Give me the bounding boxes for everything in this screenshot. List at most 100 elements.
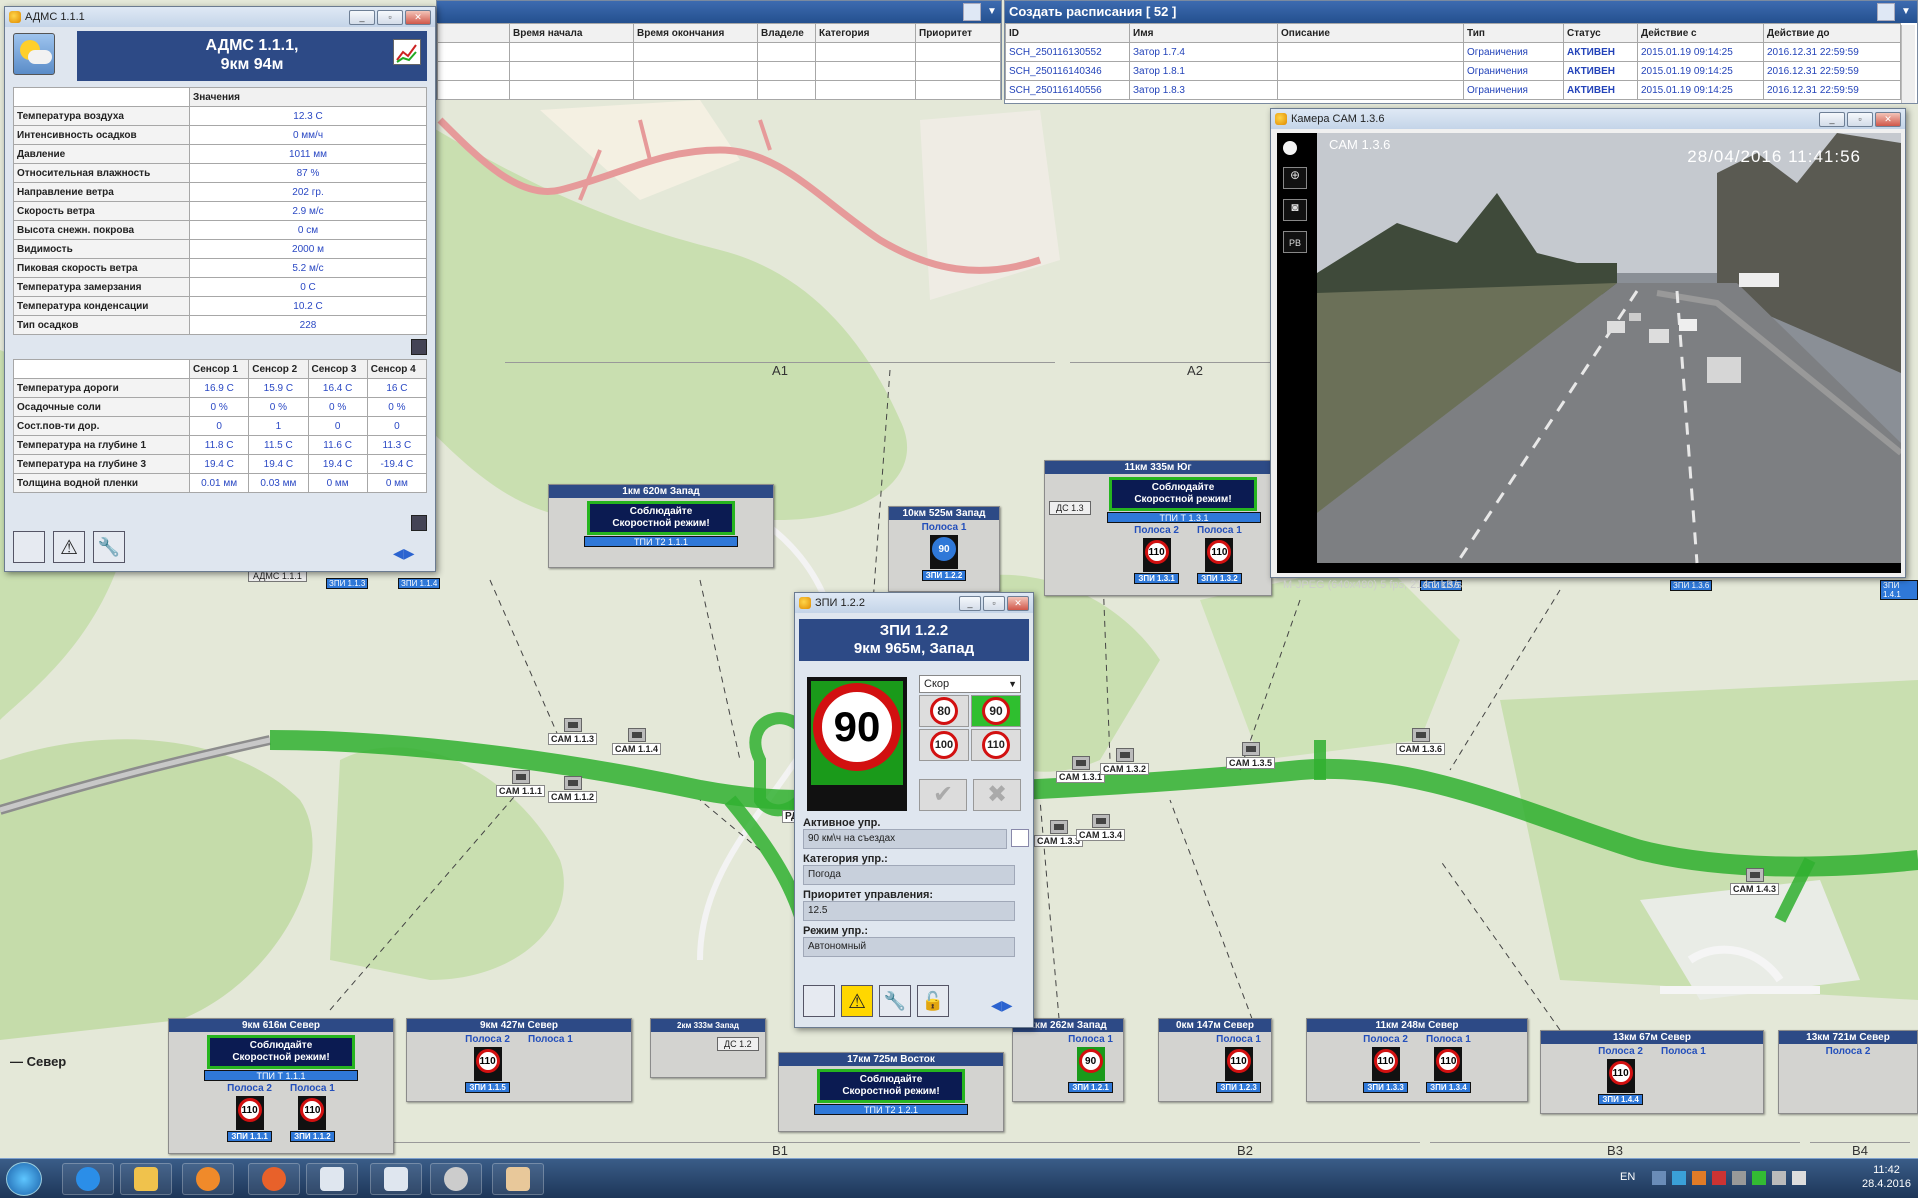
minimize-button[interactable]: _: [349, 9, 375, 25]
sign-box-0km147[interactable]: 0км 147м Север Полоса 1 110 ЗПИ 1.2.3: [1158, 1018, 1272, 1102]
confirm-button[interactable]: ✔: [919, 779, 967, 811]
close-button[interactable]: ✕: [1875, 111, 1901, 127]
tasks-col-owner[interactable]: Владеле: [757, 23, 816, 43]
unlock-icon[interactable]: 🔓: [917, 985, 949, 1017]
camera-marker-1-1-4[interactable]: CAM 1.1.4: [612, 728, 662, 755]
playback-icon[interactable]: РВ: [1283, 231, 1307, 253]
camera-marker-1-3-2[interactable]: CAM 1.3.2: [1100, 748, 1150, 775]
speed-option-90[interactable]: 90: [971, 695, 1021, 727]
tasks-popout-icon[interactable]: [963, 3, 981, 21]
sign-box-11km248[interactable]: 11км 248м Север Полоса 2 110 ЗПИ 1.3.3 Пол…: [1306, 1018, 1528, 1102]
snapshot-icon[interactable]: ◙: [1283, 199, 1307, 221]
tray-icon[interactable]: [1672, 1171, 1686, 1185]
camera-marker-1-3-4[interactable]: CAM 1.3.4: [1076, 814, 1126, 841]
sign-box-9km427[interactable]: 9км 427м Север Полоса 2 110 ЗПИ 1.1.5 Поло…: [406, 1018, 632, 1102]
close-button[interactable]: ✕: [405, 9, 431, 25]
sign-box-13km67[interactable]: 13км 67м Север Полоса 2 110 ЗПИ 1.4.4 Поло…: [1540, 1030, 1764, 1114]
maximize-button[interactable]: ▫: [377, 9, 403, 25]
schedule-col-status[interactable]: Статус: [1563, 23, 1638, 43]
wrench-icon[interactable]: 🔧: [879, 985, 911, 1017]
camera-marker-1-4-3[interactable]: CAM 1.4.3: [1730, 868, 1780, 895]
tray-icon[interactable]: [1712, 1171, 1726, 1185]
sign-box-2km262[interactable]: 2км 262м Запад Полоса 1 90 ЗПИ 1.2.1: [1012, 1018, 1124, 1102]
speed-option-80[interactable]: 80: [919, 695, 969, 727]
camera-window[interactable]: Камера CAM 1.3.6 _ ▫ ✕ CAM 1.3.6 28/04/2…: [1270, 108, 1906, 591]
schedule-col-type[interactable]: Тип: [1463, 23, 1564, 43]
sign-box-1km620[interactable]: 1км 620м Запад Соблюдайте Скоростной режи…: [548, 484, 774, 568]
record-indicator-icon[interactable]: [1283, 141, 1297, 155]
save-icon[interactable]: [411, 515, 427, 531]
sign-box-9km616[interactable]: 9км 616м Север Соблюдайте Скоростной режи…: [168, 1018, 394, 1154]
next-arrow-icon[interactable]: ▶: [1002, 997, 1013, 1013]
tasks-col-category[interactable]: Категория: [815, 23, 916, 43]
taskbar-app2-button[interactable]: [370, 1163, 422, 1195]
schedule-collapse-icon[interactable]: ▼: [1897, 3, 1915, 21]
taskbar-media-button[interactable]: [182, 1163, 234, 1195]
taskbar-paint-button[interactable]: [492, 1163, 544, 1195]
tasks-collapse-icon[interactable]: ▼: [983, 3, 1001, 21]
sign-box-17km725[interactable]: 17км 725м Восток Соблюдайте Скоростной ре…: [778, 1052, 1004, 1132]
prev-arrow-icon[interactable]: ◀: [393, 545, 404, 561]
schedule-col-from[interactable]: Действие с: [1637, 23, 1764, 43]
chart-icon[interactable]: [393, 39, 421, 65]
zpi-titlebar[interactable]: ЗПИ 1.2.2 _ ▫ ✕: [795, 593, 1033, 613]
schedule-col-desc[interactable]: Описание: [1277, 23, 1464, 43]
taskbar-app1-button[interactable]: [306, 1163, 358, 1195]
ds-label[interactable]: ДС 1.3: [1049, 501, 1091, 515]
panel-icon[interactable]: [13, 531, 45, 563]
taskbar-firefox-button[interactable]: [248, 1163, 300, 1195]
tasks-col-priority[interactable]: Приоритет: [915, 23, 1001, 43]
schedule-col-to[interactable]: Действие до: [1763, 23, 1901, 43]
tray-icon[interactable]: [1752, 1171, 1766, 1185]
taskbar-ie-button[interactable]: [62, 1163, 114, 1195]
schedule-row[interactable]: SCH_250116130552 Затор 1.7.4 Ограничения…: [1005, 42, 1901, 62]
camera-titlebar[interactable]: Камера CAM 1.3.6 _ ▫ ✕: [1271, 109, 1905, 129]
tasks-panel[interactable]: Время начала Время окончания Владеле Кат…: [436, 0, 1002, 100]
sign-box-11km335[interactable]: 11км 335м Юг ДС 1.3 Соблюдайте Скоростной…: [1044, 460, 1272, 596]
camera-marker-1-1-3[interactable]: CAM 1.1.3: [548, 718, 598, 745]
camera-marker-1-1-1[interactable]: CAM 1.1.1: [496, 770, 546, 797]
category-field[interactable]: Погода: [803, 865, 1015, 885]
wrench-icon[interactable]: 🔧: [93, 531, 125, 563]
zpi-1-3-6-label[interactable]: ЗПИ 1.3.6: [1670, 580, 1713, 591]
next-arrow-icon[interactable]: ▶: [404, 545, 415, 561]
zoom-icon[interactable]: ⊕: [1283, 167, 1307, 189]
close-button[interactable]: ✕: [1007, 595, 1029, 611]
camera-frame[interactable]: CAM 1.3.6 28/04/2016 11:41:56 ⊕ ◙ РВ M-J…: [1277, 133, 1903, 591]
maximize-button[interactable]: ▫: [1847, 111, 1873, 127]
open-external-icon[interactable]: [1011, 829, 1029, 847]
tray-icon[interactable]: [1692, 1171, 1706, 1185]
camera-marker-1-1-2[interactable]: CAM 1.1.2: [548, 776, 598, 803]
schedule-col-name[interactable]: Имя: [1129, 23, 1278, 43]
schedule-col-id[interactable]: ID: [1005, 23, 1130, 43]
start-button[interactable]: [6, 1162, 42, 1196]
schedule-row[interactable]: SCH_250116140556 Затор 1.8.3 Ограничения…: [1005, 80, 1901, 100]
active-control-field[interactable]: 90 км\ч на съездах: [803, 829, 1007, 849]
ds-label[interactable]: ДС 1.2: [717, 1037, 759, 1051]
sign-box-13km721[interactable]: 13км 721м Север Полоса 2: [1778, 1030, 1918, 1114]
adms-window[interactable]: АДМС 1.1.1 _ ▫ ✕ АДМС 1.1.1, 9км 94м Зна…: [4, 6, 436, 572]
warning-icon[interactable]: ⚠: [53, 531, 85, 563]
warning-icon[interactable]: ⚠: [841, 985, 873, 1017]
language-indicator[interactable]: EN: [1620, 1171, 1635, 1183]
taskbar-explorer-button[interactable]: [120, 1163, 172, 1195]
speed-option-100[interactable]: 100: [919, 729, 969, 761]
minimize-button[interactable]: _: [1819, 111, 1845, 127]
taskbar-app3-button[interactable]: [430, 1163, 482, 1195]
sign-box-2km333[interactable]: 2км 333м Запад ДС 1.2: [650, 1018, 766, 1078]
tasks-col-start[interactable]: Время начала: [509, 23, 634, 43]
adms-titlebar[interactable]: АДМС 1.1.1 _ ▫ ✕: [5, 7, 435, 27]
sign-box-10km525[interactable]: 10км 525м Запад Полоса 1 90 ЗПИ 1.2.2: [888, 506, 1000, 592]
schedule-panel[interactable]: Создать расписания [ 52 ] ▼ ID Имя Описа…: [1004, 0, 1918, 104]
zpi-1-1-4-label[interactable]: ЗПИ 1.1.4: [398, 578, 441, 589]
minimize-button[interactable]: _: [959, 595, 981, 611]
tray-icon[interactable]: [1732, 1171, 1746, 1185]
zpi-1-4-1-label[interactable]: ЗПИ 1.4.1: [1880, 580, 1918, 600]
network-icon[interactable]: [1772, 1171, 1786, 1185]
prev-arrow-icon[interactable]: ◀: [991, 997, 1002, 1013]
schedule-popout-icon[interactable]: [1877, 3, 1895, 21]
maximize-button[interactable]: ▫: [983, 595, 1005, 611]
camera-marker-1-3-1[interactable]: CAM 1.3.1: [1056, 756, 1106, 783]
priority-field[interactable]: 12.5: [803, 901, 1015, 921]
save-icon[interactable]: [411, 339, 427, 355]
